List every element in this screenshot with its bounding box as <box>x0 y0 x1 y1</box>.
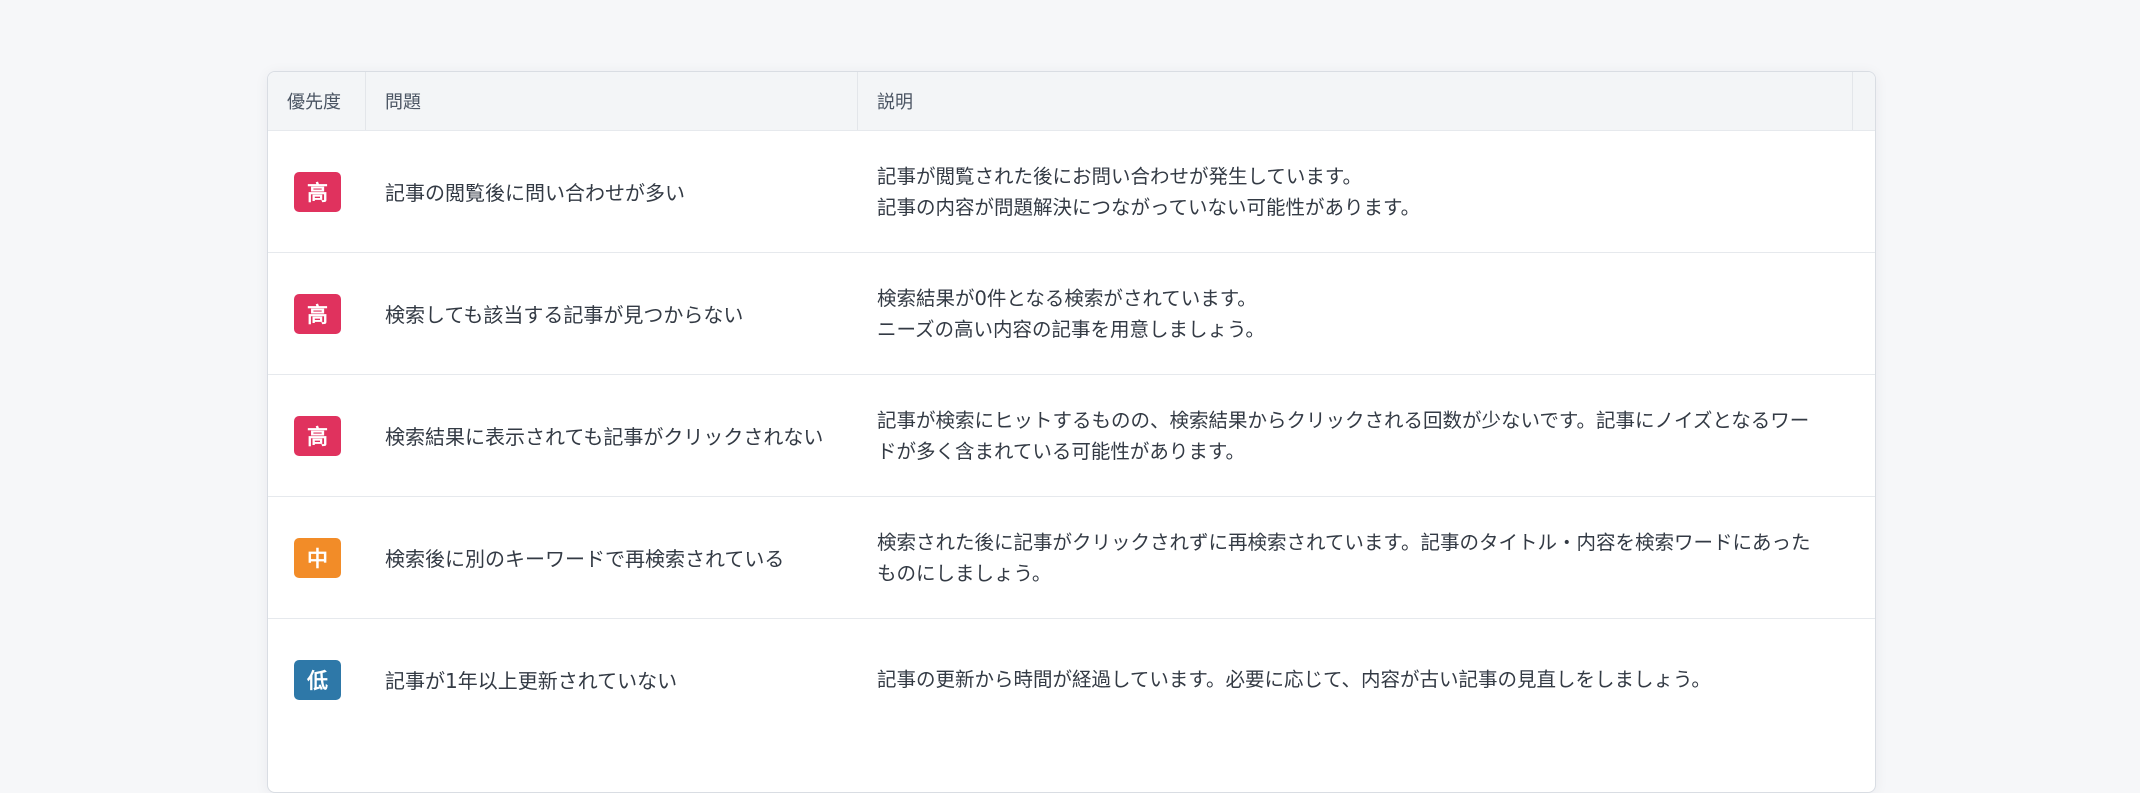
priority-badge-low: 低 <box>294 659 341 700</box>
header-description: 説明 <box>858 72 1853 130</box>
issue-text: 検索結果に表示されても記事がクリックされない <box>385 425 824 449</box>
table-row: 中 検索後に別のキーワードで再検索されている 検索された後に記事がクリックされず… <box>268 497 1875 619</box>
table-row: 高 検索しても該当する記事が見つからない 検索結果が0件となる検索がされています… <box>268 253 1875 375</box>
header-issue: 問題 <box>366 72 858 130</box>
table-row: 高 検索結果に表示されても記事がクリックされない 記事が検索にヒットするものの、… <box>268 375 1875 497</box>
issue-text: 記事の閲覧後に問い合わせが多い <box>385 181 685 205</box>
description-text: 記事が検索にヒットするものの、検索結果からクリックされる回数が少ないです。記事に… <box>877 408 1810 463</box>
priority-badge-mid: 中 <box>294 537 341 578</box>
description-text: 検索結果が0件となる検索がされています。 ニーズの高い内容の記事を用意しましょう… <box>877 286 1265 341</box>
description-text: 記事が閲覧された後にお問い合わせが発生しています。 記事の内容が問題解決につなが… <box>877 164 1421 219</box>
table-row: 高 記事の閲覧後に問い合わせが多い 記事が閲覧された後にお問い合わせが発生してい… <box>268 131 1875 253</box>
issue-text: 検索しても該当する記事が見つからない <box>385 303 744 327</box>
table-row: 低 記事が1年以上更新されていない 記事の更新から時間が経過しています。必要に応… <box>268 619 1875 740</box>
issues-table: 優先度 問題 説明 高 記事の閲覧後に問い合わせが多い 記事が閲覧された後にお問… <box>267 71 1876 793</box>
table-header: 優先度 問題 説明 <box>268 72 1875 131</box>
header-spacer <box>1853 72 1875 130</box>
description-text: 検索された後に記事がクリックされずに再検索されています。記事のタイトル・内容を検… <box>877 530 1811 585</box>
issue-text: 記事が1年以上更新されていない <box>385 669 678 693</box>
priority-badge-high: 高 <box>294 171 341 212</box>
priority-badge-high: 高 <box>294 293 341 334</box>
priority-badge-high: 高 <box>294 415 341 456</box>
description-text: 記事の更新から時間が経過しています。必要に応じて、内容が古い記事の見直しをしまし… <box>877 668 1711 691</box>
issue-text: 検索後に別のキーワードで再検索されている <box>385 547 785 571</box>
header-priority: 優先度 <box>268 72 366 130</box>
